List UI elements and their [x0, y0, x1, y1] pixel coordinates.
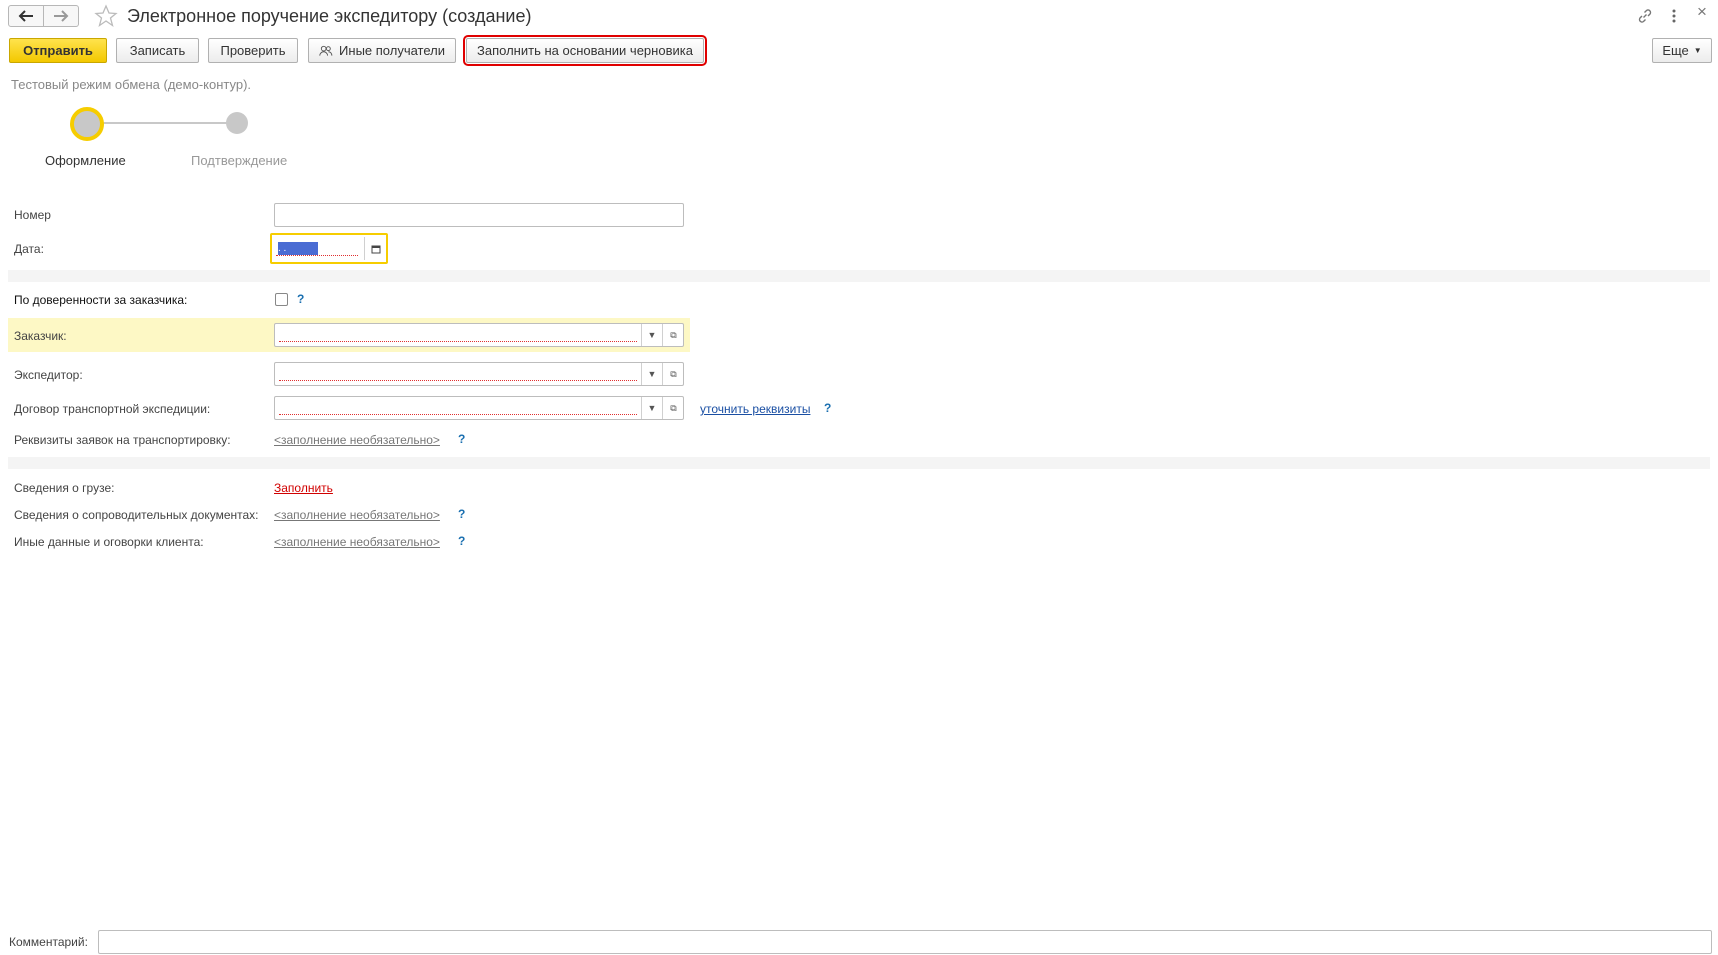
fill-from-draft-button[interactable]: Заполнить на основании черновика: [463, 35, 707, 66]
required-underline: [276, 255, 358, 256]
other-recipients-label: Иные получатели: [339, 43, 445, 58]
section-divider: [8, 270, 1710, 282]
close-icon[interactable]: ×: [1697, 2, 1707, 22]
users-icon: [319, 45, 333, 56]
required-underline: [279, 414, 637, 415]
accompanying-docs-link[interactable]: <заполнение необязательно>: [274, 508, 440, 522]
comment-label: Комментарий:: [9, 935, 88, 949]
forward-button[interactable]: [43, 5, 79, 27]
other-recipients-button[interactable]: Иные получатели: [308, 38, 456, 63]
open-icon[interactable]: ⧉: [662, 324, 684, 346]
chevron-down-icon: ▼: [1693, 46, 1702, 55]
help-icon[interactable]: ?: [458, 507, 465, 521]
transport-requisites-link[interactable]: <заполнение необязательно>: [274, 433, 440, 447]
by-proxy-label: По доверенности за заказчика:: [14, 293, 188, 307]
chevron-down-icon[interactable]: ▼: [641, 363, 662, 385]
page-title: Электронное поручение экспедитору (созда…: [127, 6, 532, 26]
date-label: Дата:: [14, 242, 44, 256]
clarify-requisites-link[interactable]: уточнить реквизиты: [700, 402, 810, 416]
chevron-down-icon[interactable]: ▼: [641, 397, 662, 419]
forwarder-label: Экспедитор:: [14, 368, 83, 382]
other-data-link[interactable]: <заполнение необязательно>: [274, 535, 440, 549]
comment-input[interactable]: [98, 930, 1712, 954]
arrow-left-icon: [18, 10, 33, 22]
arrow-right-icon: [54, 10, 69, 22]
step-1-label: Оформление: [45, 153, 126, 168]
more-label: Еще: [1662, 43, 1689, 58]
back-button[interactable]: [8, 5, 44, 27]
open-icon[interactable]: ⧉: [662, 363, 684, 385]
number-input[interactable]: [274, 203, 684, 227]
calendar-button[interactable]: [364, 237, 387, 260]
star-icon[interactable]: [94, 4, 118, 28]
help-icon[interactable]: ?: [824, 401, 831, 415]
save-button[interactable]: Записать: [116, 38, 199, 63]
transport-requisites-label: Реквизиты заявок на транспортировку:: [14, 433, 231, 447]
section-divider: [8, 457, 1710, 469]
step-2-label: Подтверждение: [191, 153, 288, 168]
chevron-down-icon[interactable]: ▼: [641, 324, 662, 346]
help-icon[interactable]: ?: [297, 292, 304, 306]
cargo-label: Сведения о грузе:: [14, 481, 115, 495]
contract-input[interactable]: ▼ ⧉: [274, 396, 684, 420]
stepper-line: [85, 122, 237, 124]
check-button[interactable]: Проверить: [208, 38, 298, 63]
required-underline: [279, 341, 637, 342]
step-2-indicator[interactable]: [226, 112, 248, 134]
forwarder-input[interactable]: ▼ ⧉: [274, 362, 684, 386]
cargo-fill-link[interactable]: Заполнить: [274, 481, 333, 495]
test-mode-notice: Тестовый режим обмена (демо-контур).: [11, 77, 252, 92]
contract-label: Договор транспортной экспедиции:: [14, 402, 211, 416]
more-menu-button[interactable]: Еще ▼: [1652, 38, 1712, 63]
accompanying-docs-label: Сведения о сопроводительных документах:: [14, 508, 259, 522]
date-field[interactable]: . .: [270, 233, 388, 264]
by-proxy-checkbox[interactable]: [275, 293, 288, 306]
help-icon[interactable]: ?: [458, 534, 465, 548]
send-button[interactable]: Отправить: [9, 38, 107, 63]
open-icon[interactable]: ⧉: [662, 397, 684, 419]
date-value: . .: [278, 242, 318, 255]
customer-input[interactable]: ▼ ⧉: [274, 323, 684, 347]
help-icon[interactable]: ?: [458, 432, 465, 446]
number-label: Номер: [14, 208, 51, 222]
customer-label: Заказчик:: [14, 329, 67, 343]
other-data-label: Иные данные и оговорки клиента:: [14, 535, 204, 549]
required-underline: [279, 380, 637, 381]
calendar-icon: [371, 245, 381, 253]
more-vertical-icon[interactable]: [1670, 8, 1678, 24]
link-icon[interactable]: [1637, 8, 1653, 24]
step-1-indicator[interactable]: [70, 107, 104, 141]
